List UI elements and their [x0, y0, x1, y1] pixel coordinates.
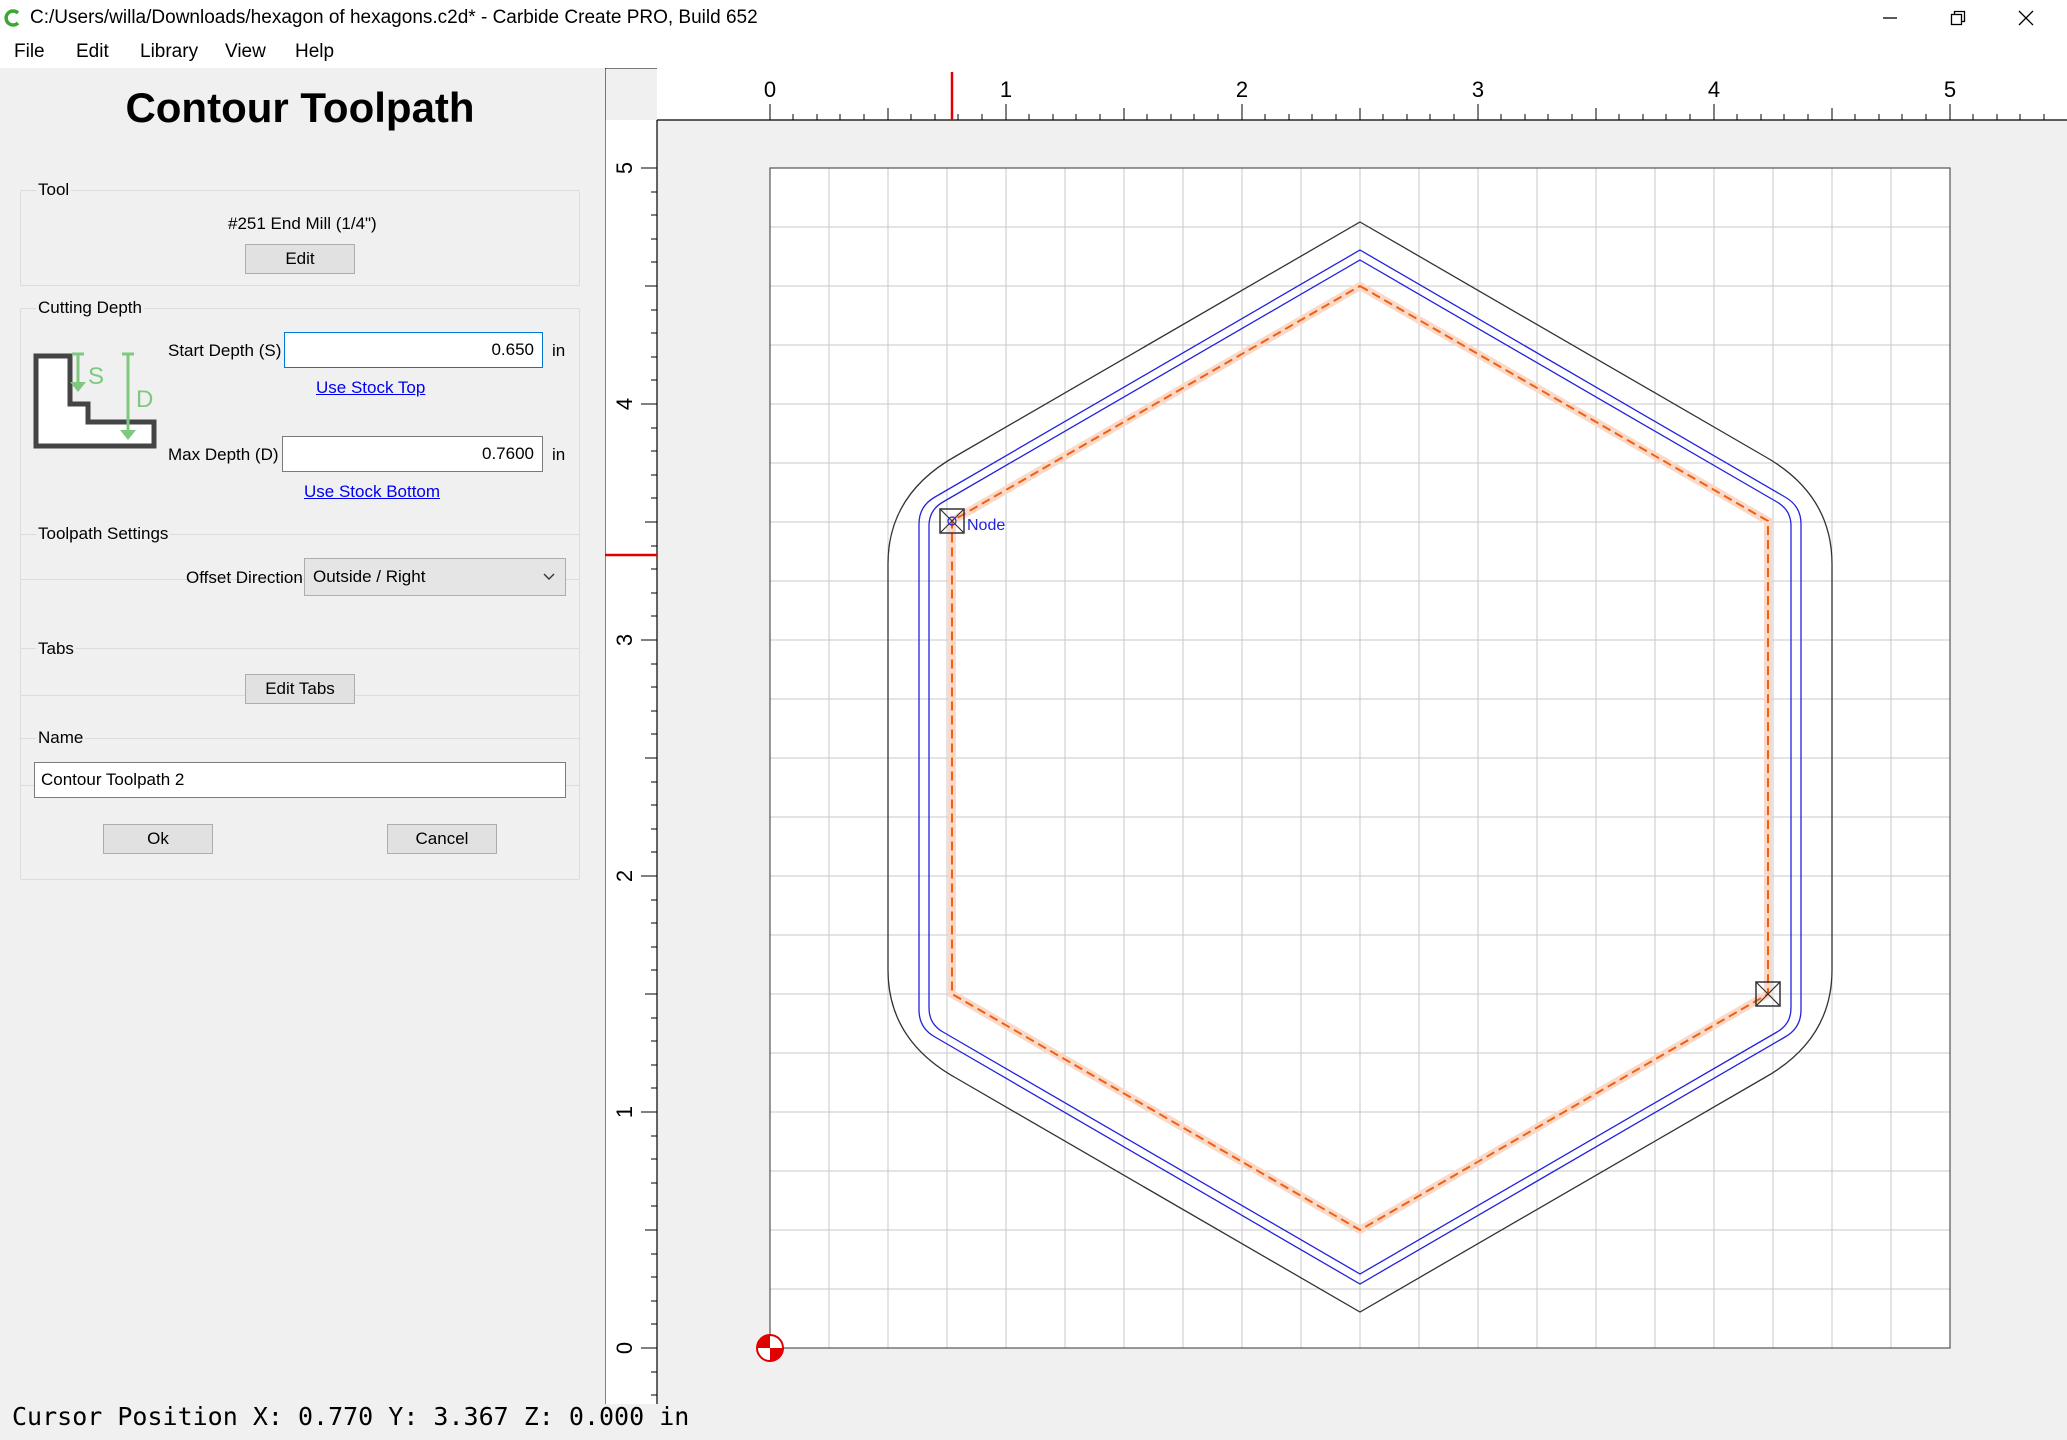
use-stock-top-link[interactable]: Use Stock Top	[316, 378, 425, 398]
y-tick-5: 5	[612, 162, 637, 174]
restore-icon	[1950, 10, 1966, 26]
minimize-button[interactable]	[1856, 0, 1924, 36]
start-depth-label: Start Depth (S)	[168, 341, 282, 360]
name-group	[20, 738, 580, 880]
tool-name: #251 End Mill (1/4")	[228, 214, 377, 233]
y-tick-0: 0	[612, 1342, 637, 1354]
name-group-label: Name	[36, 728, 86, 748]
edit-tool-button[interactable]: Edit	[245, 244, 355, 274]
menu-library[interactable]: Library	[140, 41, 198, 63]
start-depth-unit: in	[552, 341, 566, 360]
cancel-button[interactable]: Cancel	[387, 824, 497, 854]
carbide-app-icon	[4, 9, 20, 27]
edit-tabs-button[interactable]: Edit Tabs	[245, 674, 355, 704]
diagram-s-label: S	[88, 363, 104, 390]
menu-view[interactable]: View	[225, 41, 266, 63]
grid	[770, 168, 1950, 1348]
top-ruler	[657, 68, 2067, 120]
y-tick-3: 3	[612, 634, 637, 646]
depth-diagram-icon: S D	[33, 352, 157, 449]
x-tick-2: 2	[1236, 77, 1248, 102]
use-stock-bottom-link[interactable]: Use Stock Bottom	[304, 482, 440, 502]
offset-direction-value: Outside / Right	[313, 567, 426, 586]
x-tick-4: 4	[1708, 77, 1720, 102]
cutting-depth-group-label: Cutting Depth	[36, 298, 144, 318]
toolpath-settings-group-label: Toolpath Settings	[36, 524, 171, 544]
diagram-d-label: D	[136, 386, 153, 413]
offset-direction-select[interactable]: Outside / Right	[304, 558, 566, 596]
ok-button[interactable]: Ok	[103, 824, 213, 854]
minimize-icon	[1883, 17, 1897, 19]
tabs-group-label: Tabs	[36, 639, 76, 659]
y-tick-4: 4	[612, 398, 637, 410]
x-tick-0: 0	[764, 77, 776, 102]
contour-toolpath-panel: Contour Toolpath Tool #251 End Mill (1/4…	[0, 68, 605, 1404]
x-tick-3: 3	[1472, 77, 1484, 102]
y-tick-2: 2	[612, 870, 637, 882]
panel-title: Contour Toolpath	[125, 84, 475, 131]
toolpath-name-input[interactable]: Contour Toolpath 2	[34, 762, 566, 798]
y-tick-1: 1	[612, 1106, 637, 1118]
max-depth-label: Max Depth (D)	[168, 445, 279, 464]
close-icon	[2018, 10, 2034, 26]
left-ruler	[605, 120, 657, 1404]
title-bar: C:/Users/willa/Downloads/hexagon of hexa…	[0, 0, 2067, 36]
start-depth-input[interactable]: 0.650	[284, 332, 543, 368]
max-depth-input[interactable]: 0.7600	[282, 436, 543, 472]
tool-group-label: Tool	[36, 180, 72, 200]
menu-help[interactable]: Help	[295, 41, 334, 63]
restore-button[interactable]	[1924, 0, 1992, 36]
offset-direction-label: Offset Direction	[186, 568, 303, 587]
chevron-down-icon	[543, 573, 555, 580]
design-canvas-area[interactable]: Node 0 1 2 3 4 5 0 1 2 3 4 5	[605, 68, 2067, 1404]
cursor-position-status: Cursor Position X: 0.770 Y: 3.367 Z: 0.0…	[12, 1402, 690, 1431]
menu-bar: File Edit Library View Help	[0, 36, 2067, 68]
design-canvas[interactable]: Node 0 1 2 3 4 5 0 1 2 3 4 5	[605, 68, 2067, 1404]
node-label: Node	[967, 517, 1005, 534]
max-depth-unit: in	[552, 445, 566, 464]
menu-file[interactable]: File	[14, 41, 45, 63]
origin-marker-icon	[756, 1334, 784, 1362]
window-title: C:/Users/willa/Downloads/hexagon of hexa…	[30, 7, 758, 28]
x-tick-5: 5	[1944, 77, 1956, 102]
menu-edit[interactable]: Edit	[76, 41, 109, 63]
close-button[interactable]	[1992, 0, 2060, 36]
x-tick-1: 1	[1000, 77, 1012, 102]
